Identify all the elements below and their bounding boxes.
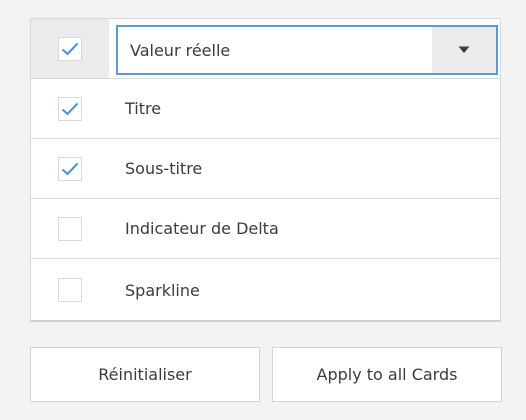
field-row-sparkline: Sparkline (31, 259, 500, 321)
field-row-title: Titre (31, 79, 500, 139)
sparkline-check-cell (31, 259, 109, 321)
field-row-delta-indicator: Indicateur de Delta (31, 199, 500, 259)
value-select[interactable]: Valeur réelle (116, 25, 498, 75)
value-field-check-cell (31, 19, 109, 78)
delta-indicator-checkbox[interactable] (58, 216, 82, 241)
field-row-subtitle: Sous-titre (31, 139, 500, 199)
sparkline-label: Sparkline (125, 280, 200, 300)
delta-indicator-label: Indicateur de Delta (125, 219, 279, 238)
card-fields-panel: Valeur réelle Titre Sous-titre Indicateu… (30, 18, 501, 322)
caret-down-icon (458, 46, 470, 53)
title-label: Titre (125, 99, 162, 118)
sparkline-checkbox[interactable] (58, 278, 82, 302)
subtitle-checkbox[interactable] (58, 156, 82, 181)
checkmark-icon (61, 162, 79, 175)
dropdown-button[interactable] (432, 27, 496, 73)
apply-to-all-cards-button[interactable]: Apply to all Cards (272, 347, 502, 402)
delta-indicator-check-cell (31, 199, 109, 258)
value-field-row: Valeur réelle (31, 19, 500, 79)
title-check-cell (31, 79, 109, 138)
value-select-text: Valeur réelle (130, 40, 231, 60)
checkmark-icon (61, 102, 79, 115)
checkmark-icon (61, 42, 79, 55)
subtitle-check-cell (31, 139, 109, 198)
subtitle-label: Sous-titre (125, 159, 203, 178)
title-checkbox[interactable] (58, 96, 82, 121)
reset-button[interactable]: Réinitialiser (30, 347, 260, 402)
value-field-checkbox[interactable] (58, 36, 82, 61)
